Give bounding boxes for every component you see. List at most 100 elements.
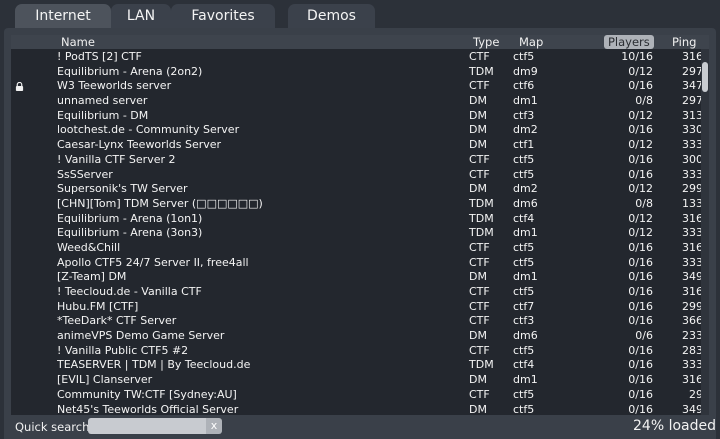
tab-favorites[interactable]: Favorites	[171, 4, 275, 28]
server-type: DM	[469, 138, 487, 152]
server-name: animeVPS Demo Game Server	[57, 329, 225, 343]
server-type: CTF	[469, 152, 490, 166]
server-type: CTF	[469, 299, 490, 313]
server-ping: 333	[682, 226, 701, 240]
server-row[interactable]: Equilibrium - Arena (2on2) TDM dm9 0/12 297	[11, 65, 701, 80]
column-players[interactable]: Players	[604, 35, 654, 49]
server-ping: 313	[682, 108, 701, 122]
server-row[interactable]: W3 Teeworlds server CTF ctf6 0/16 347	[11, 79, 701, 94]
server-map: dm6	[513, 196, 538, 210]
column-ping[interactable]: Ping	[672, 35, 696, 49]
server-ping: 330	[682, 123, 701, 137]
column-map[interactable]: Map	[519, 35, 543, 49]
server-row[interactable]: Caesar-Lynx Teeworlds Server DM ctf1 0/12 33…	[11, 138, 701, 153]
server-row[interactable]: SsSServer CTF ctf5 0/16 333	[11, 168, 701, 183]
server-row[interactable]: ! Vanilla CTF Server 2 CTF ctf5 0/16 300	[11, 153, 701, 168]
server-row[interactable]: Equilibrium - DM DM ctf3 0/12 313	[11, 109, 701, 124]
server-row[interactable]: TEASERVER | TDM | By Teecloud.de TDM ctf4 0…	[11, 358, 701, 373]
server-players: 0/16	[628, 343, 653, 357]
server-map: dm1	[513, 270, 538, 284]
server-players: 0/8	[635, 94, 653, 108]
server-ping: 333	[682, 358, 701, 372]
server-ping: 133	[682, 196, 701, 210]
server-map: ctf5	[513, 167, 535, 181]
server-map: ctf5	[513, 50, 535, 63]
server-ping: 299	[682, 299, 701, 313]
server-map: ctf5	[513, 343, 535, 357]
server-row[interactable]: unnamed server DM dm1 0/8 297	[11, 94, 701, 109]
server-ping: 333	[682, 138, 701, 152]
server-name: ! PodTS [2] CTF	[57, 50, 142, 63]
server-players: 0/6	[635, 329, 653, 343]
server-players: 0/8	[635, 196, 653, 210]
server-ping: 297	[682, 94, 701, 108]
tab-demos[interactable]: Demos	[288, 4, 375, 28]
server-row[interactable]: [CHN][Tom] TDM Server (□□□□□□) TDM dm6 0/8 1…	[11, 197, 701, 212]
server-players: 10/16	[621, 50, 653, 63]
server-map: ctf1	[513, 138, 535, 152]
server-list: Name Type Map Players Ping ! PodTS [2] C…	[11, 35, 709, 415]
server-type: DM	[469, 123, 487, 137]
server-map: dm6	[513, 329, 538, 343]
column-type[interactable]: Type	[473, 35, 499, 49]
server-row[interactable]: Hubu.FM [CTF] CTF ctf7 0/16 299	[11, 300, 701, 315]
server-players: 0/12	[628, 226, 653, 240]
server-players: 0/12	[628, 108, 653, 122]
column-name[interactable]: Name	[61, 35, 95, 49]
server-row[interactable]: Apollo CTF5 24/7 Server II, free4all CTF c…	[11, 256, 701, 271]
server-row[interactable]: ! Teecloud.de - Vanilla CTF CTF ctf5 0/16 31…	[11, 285, 701, 300]
server-type: DM	[469, 182, 487, 196]
server-map: dm2	[513, 123, 538, 137]
server-map: dm2	[513, 182, 538, 196]
server-map: ctf5	[513, 387, 535, 401]
scrollbar-thumb[interactable]	[702, 62, 708, 92]
server-name: SsSServer	[57, 167, 113, 181]
server-name: Equilibrium - Arena (1on1)	[57, 211, 203, 225]
server-ping: 366	[682, 314, 701, 328]
server-type: CTF	[469, 240, 490, 254]
server-map: ctf5	[513, 240, 535, 254]
server-row[interactable]: Net45's Teeworlds Official Server DM ctf5 0…	[11, 403, 701, 416]
server-players: 0/16	[628, 270, 653, 284]
server-type: CTF	[469, 285, 490, 298]
server-name: Weed&Chill	[57, 240, 121, 254]
quick-search-input[interactable]	[88, 418, 206, 434]
server-row[interactable]: ! Vanilla Public CTF5 #2 CTF ctf5 0/16 283	[11, 344, 701, 359]
server-name: Community TW:CTF [Sydney:AU]	[57, 387, 237, 401]
server-ping: 349	[682, 402, 701, 416]
server-row[interactable]: Equilibrium - Arena (1on1) TDM ctf4 0/12 316	[11, 212, 701, 227]
tab-internet[interactable]: Internet	[15, 4, 111, 28]
loading-status: 24% loaded	[633, 418, 716, 434]
server-ping: 299	[682, 182, 701, 196]
quick-search-clear-button[interactable]: x	[206, 418, 222, 434]
server-name: Equilibrium - Arena (2on2)	[57, 64, 203, 78]
server-row[interactable]: Supersonik's TW Server DM dm2 0/12 299	[11, 182, 701, 197]
server-row[interactable]: [Z-Team] DM DM dm1 0/16 349	[11, 270, 701, 285]
server-ping: 333	[682, 255, 701, 269]
server-players: 0/16	[628, 240, 653, 254]
server-players: 0/12	[628, 64, 653, 78]
server-players: 0/16	[628, 285, 653, 298]
tab-lan[interactable]: LAN	[111, 4, 171, 28]
server-type: DM	[469, 329, 487, 343]
scrollbar[interactable]	[701, 49, 709, 415]
server-row[interactable]: *TeeDark* CTF Server CTF ctf3 0/16 366	[11, 314, 701, 329]
server-ping: 316	[682, 50, 701, 63]
lock-icon	[15, 82, 24, 92]
server-type: CTF	[469, 167, 490, 181]
server-row[interactable]: animeVPS Demo Game Server DM dm6 0/6 233	[11, 329, 701, 344]
server-row[interactable]: Weed&Chill CTF ctf5 0/16 316	[11, 241, 701, 256]
server-row[interactable]: lootchest.de - Community Server DM dm2 0/16…	[11, 123, 701, 138]
server-row[interactable]: Equilibrium - Arena (3on3) TDM dm1 0/12 333	[11, 226, 701, 241]
server-row[interactable]: [EVIL] Clanserver DM dm1 0/16 316	[11, 373, 701, 388]
server-ping: 316	[682, 285, 701, 298]
server-map: ctf5	[513, 152, 535, 166]
server-type: CTF	[469, 387, 490, 401]
server-players: 0/12	[628, 211, 653, 225]
server-name: Supersonik's TW Server	[57, 182, 188, 196]
server-name: [CHN][Tom] TDM Server (□□□□□□)	[57, 196, 263, 210]
server-players: 0/16	[628, 358, 653, 372]
server-players: 0/12	[628, 182, 653, 196]
server-row[interactable]: Community TW:CTF [Sydney:AU] CTF ctf5 0/16 2…	[11, 388, 701, 403]
server-row[interactable]: ! PodTS [2] CTF CTF ctf5 10/16 316	[11, 50, 701, 65]
